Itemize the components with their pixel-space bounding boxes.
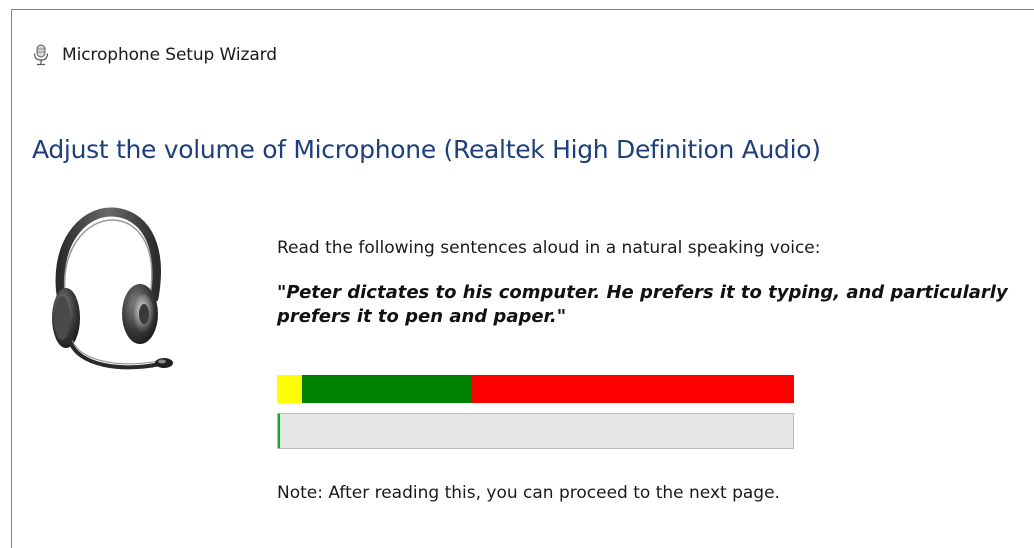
page-heading: Adjust the volume of Microphone (Realtek… (32, 135, 821, 164)
volume-level-fill (278, 414, 280, 448)
instruction-text: Read the following sentences aloud in a … (277, 238, 821, 258)
volume-zone-bar (277, 375, 794, 403)
title-bar: Microphone Setup Wizard (32, 43, 277, 67)
headset-icon (52, 207, 173, 370)
note-text: Note: After reading this, you can procee… (277, 483, 780, 503)
volume-level-meter (277, 413, 794, 449)
wizard-window: Microphone Setup Wizard Adjust the volum… (11, 9, 1034, 548)
volume-zone-low (277, 375, 302, 403)
volume-zone-high (470, 375, 794, 403)
sample-sentence: "Peter dictates to his computer. He pref… (277, 282, 1008, 327)
window-title: Microphone Setup Wizard (62, 45, 277, 65)
volume-zone-optimal (301, 375, 471, 403)
microphone-icon (33, 44, 49, 66)
content-area: Read the following sentences aloud in a … (277, 238, 1027, 503)
